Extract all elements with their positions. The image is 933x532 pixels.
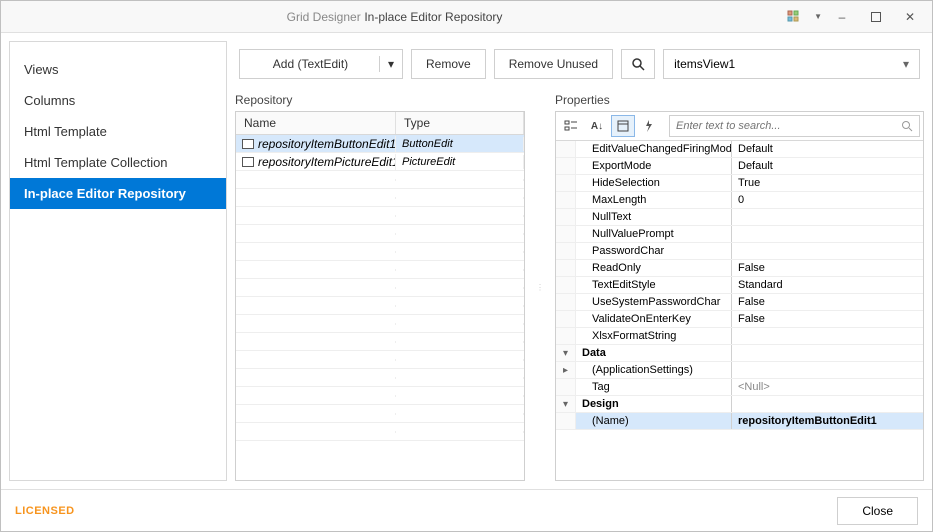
window-title: Grid Designer In-place Editor Repository — [9, 9, 780, 24]
editor-type-icon — [242, 157, 254, 167]
editor-type-icon — [242, 139, 254, 149]
expand-icon — [556, 413, 576, 429]
property-search[interactable] — [669, 115, 920, 137]
search-icon — [901, 120, 913, 132]
property-row[interactable]: ValidateOnEnterKeyFalse — [556, 311, 923, 328]
expand-icon[interactable]: ▸ — [556, 362, 576, 378]
events-icon[interactable] — [637, 115, 661, 137]
dropdown-arrow-icon[interactable]: ▼ — [814, 12, 822, 21]
options-icon[interactable] — [780, 6, 808, 28]
sidebar-item-views[interactable]: Views — [10, 54, 226, 85]
splitter[interactable]: ⋮ — [537, 93, 543, 481]
sidebar: Views Columns Html Template Html Templat… — [9, 41, 227, 481]
column-header-type[interactable]: Type — [396, 112, 524, 134]
expand-icon[interactable]: ▾ — [556, 396, 576, 412]
close-button[interactable]: Close — [837, 497, 918, 525]
table-row[interactable] — [236, 279, 524, 297]
table-row[interactable]: repositoryItemPictureEdit1PictureEdit — [236, 153, 524, 171]
table-row[interactable] — [236, 207, 524, 225]
repository-grid[interactable]: Name Type repositoryItemButtonEdit1Butto… — [235, 111, 525, 481]
add-button[interactable]: Add (TextEdit) ▾ — [239, 49, 403, 79]
property-row[interactable]: PasswordChar — [556, 243, 923, 260]
property-search-input[interactable] — [676, 120, 901, 132]
table-row[interactable] — [236, 171, 524, 189]
property-row[interactable]: ▸(ApplicationSettings) — [556, 362, 923, 379]
close-window-button[interactable]: ✕ — [896, 6, 924, 28]
expand-icon — [556, 175, 576, 191]
table-row[interactable] — [236, 243, 524, 261]
table-row[interactable] — [236, 225, 524, 243]
expand-icon — [556, 158, 576, 174]
licensed-badge: LICENSED — [15, 505, 75, 517]
categorized-icon[interactable] — [559, 115, 583, 137]
designer-window: Grid Designer In-place Editor Repository… — [0, 0, 933, 532]
property-row[interactable]: EditValueChangedFiringModeDefault — [556, 141, 923, 158]
add-dropdown-icon[interactable]: ▾ — [379, 56, 402, 72]
property-row[interactable]: (Name)repositoryItemButtonEdit1 — [556, 413, 923, 430]
expand-icon — [556, 209, 576, 225]
maximize-button[interactable] — [862, 6, 890, 28]
expand-icon — [556, 192, 576, 208]
table-row[interactable] — [236, 297, 524, 315]
search-button[interactable] — [621, 49, 655, 79]
table-row[interactable] — [236, 369, 524, 387]
repository-label: Repository — [235, 93, 525, 111]
remove-button[interactable]: Remove — [411, 49, 486, 79]
table-row[interactable] — [236, 315, 524, 333]
expand-icon — [556, 277, 576, 293]
property-row[interactable]: HideSelectionTrue — [556, 175, 923, 192]
expand-icon — [556, 311, 576, 327]
property-category[interactable]: ▾Data — [556, 345, 923, 362]
property-row[interactable]: NullValuePrompt — [556, 226, 923, 243]
chevron-down-icon: ▾ — [903, 57, 909, 71]
alphabetical-icon[interactable]: A↓ — [585, 115, 609, 137]
table-row[interactable] — [236, 423, 524, 441]
property-row[interactable]: XlsxFormatString — [556, 328, 923, 345]
expand-icon — [556, 260, 576, 276]
property-row[interactable]: NullText — [556, 209, 923, 226]
sidebar-item-columns[interactable]: Columns — [10, 85, 226, 116]
table-row[interactable]: repositoryItemButtonEdit1ButtonEdit — [236, 135, 524, 153]
expand-icon — [556, 243, 576, 259]
table-row[interactable] — [236, 333, 524, 351]
table-row[interactable] — [236, 351, 524, 369]
titlebar: Grid Designer In-place Editor Repository… — [1, 1, 932, 33]
expand-icon — [556, 141, 576, 157]
expand-icon — [556, 379, 576, 395]
minimize-button[interactable]: – — [828, 6, 856, 28]
properties-label: Properties — [555, 93, 924, 111]
property-row[interactable]: UseSystemPasswordCharFalse — [556, 294, 923, 311]
property-row[interactable]: MaxLength0 — [556, 192, 923, 209]
property-row[interactable]: TextEditStyleStandard — [556, 277, 923, 294]
sidebar-item-inplace-editor-repository[interactable]: In-place Editor Repository — [10, 178, 226, 209]
table-row[interactable] — [236, 261, 524, 279]
table-row[interactable] — [236, 405, 524, 423]
table-row[interactable] — [236, 387, 524, 405]
expand-icon — [556, 226, 576, 242]
toolbar: Add (TextEdit) ▾ Remove Remove Unused it… — [235, 41, 924, 93]
property-list[interactable]: EditValueChangedFiringModeDefaultExportM… — [556, 141, 923, 480]
expand-icon[interactable]: ▾ — [556, 345, 576, 361]
view-selector[interactable]: itemsView1 ▾ — [663, 49, 920, 79]
property-category[interactable]: ▾Design — [556, 396, 923, 413]
property-row[interactable]: ExportModeDefault — [556, 158, 923, 175]
property-row[interactable]: Tag<Null> — [556, 379, 923, 396]
sidebar-item-html-template[interactable]: Html Template — [10, 116, 226, 147]
footer: LICENSED Close — [1, 489, 932, 531]
column-header-name[interactable]: Name — [236, 112, 396, 134]
remove-unused-button[interactable]: Remove Unused — [494, 49, 613, 79]
property-pages-icon[interactable] — [611, 115, 635, 137]
table-row[interactable] — [236, 189, 524, 207]
expand-icon — [556, 294, 576, 310]
sidebar-item-html-template-collection[interactable]: Html Template Collection — [10, 147, 226, 178]
expand-icon — [556, 328, 576, 344]
properties-toolbar: A↓ — [556, 112, 923, 141]
property-row[interactable]: ReadOnlyFalse — [556, 260, 923, 277]
